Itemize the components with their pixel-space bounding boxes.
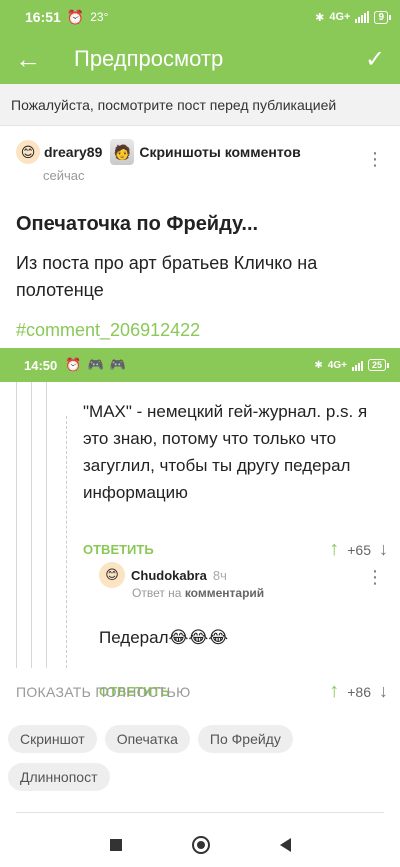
status-bar: 16:51 ⏰ 23° ✱ 4G+ 9 bbox=[0, 0, 400, 34]
post-community[interactable]: Скриншоты комментов bbox=[139, 144, 300, 160]
arrow-up-icon[interactable]: ↑ bbox=[329, 680, 339, 703]
comment-text: "MAX" - немецкий гей-журнал. p.s. я это … bbox=[83, 402, 368, 502]
more-options-icon[interactable]: ⋮ bbox=[366, 568, 384, 586]
reply-to-prefix: Ответ на bbox=[132, 586, 182, 600]
community-icon[interactable]: 🧑 bbox=[110, 139, 135, 165]
comment-author[interactable]: Chudokabra bbox=[131, 568, 207, 583]
thread-line bbox=[46, 382, 47, 668]
tag-chip[interactable]: Длиннопост bbox=[8, 763, 110, 791]
arrow-left-icon[interactable]: ← bbox=[0, 44, 56, 75]
embedded-screenshot: 14:50 ⏰ 🎮 🎮 ✱ 4G+ 25 "MAX" - немецкий ге… bbox=[0, 348, 400, 702]
bluetooth-icon: ✱ bbox=[314, 359, 323, 371]
reply-to-label: Ответ на комментарий bbox=[132, 586, 264, 600]
check-icon[interactable]: ✓ bbox=[350, 45, 400, 74]
battery-icon: 25 bbox=[367, 359, 390, 371]
game-icon: 🎮 bbox=[109, 357, 126, 372]
network-type: 4G+ bbox=[329, 11, 351, 23]
divider bbox=[16, 812, 384, 813]
post-time: сейчас bbox=[43, 168, 85, 183]
tag-chip[interactable]: Опечатка bbox=[104, 725, 190, 753]
alarm-icon: ⏰ bbox=[65, 357, 82, 372]
status-time: 16:51 bbox=[25, 9, 61, 25]
thread-line bbox=[16, 382, 17, 668]
thread-line bbox=[31, 382, 32, 668]
post-author[interactable]: dreary89 bbox=[44, 144, 102, 160]
reply-to-target[interactable]: комментарий bbox=[185, 586, 264, 600]
post-title: Опечаточка по Фрейду... bbox=[16, 213, 259, 235]
comment-header: 😊 Chudokabra 8ч bbox=[99, 562, 227, 588]
screenshot-time: 14:50 bbox=[24, 357, 58, 373]
thread-line bbox=[66, 416, 67, 668]
comment-link[interactable]: #comment_206912422 bbox=[16, 320, 384, 341]
vote-controls: ↑ +86 ↓ bbox=[329, 680, 388, 703]
more-options-icon[interactable]: ⋮ bbox=[366, 150, 384, 168]
system-nav-bar bbox=[0, 823, 400, 867]
screenshot-status-bar: 14:50 ⏰ 🎮 🎮 ✱ 4G+ 25 bbox=[0, 348, 400, 382]
signal-icon bbox=[355, 11, 370, 23]
bluetooth-icon: ✱ bbox=[315, 11, 325, 24]
network-type: 4G+ bbox=[327, 359, 347, 371]
alarm-icon: ⏰ bbox=[66, 8, 85, 25]
vote-count: +86 bbox=[347, 683, 371, 700]
battery-icon: 9 bbox=[374, 10, 391, 24]
arrow-down-icon[interactable]: ↓ bbox=[379, 681, 388, 702]
battery-level: 25 bbox=[371, 360, 382, 370]
comment-time: 8ч bbox=[212, 567, 227, 583]
comment-text: Педерал😂😂😂 bbox=[99, 628, 229, 647]
page-title: Предпросмотр bbox=[74, 46, 224, 71]
post-preview: 😊 dreary89 🧑 Скриншоты комментов ⋮ сейча… bbox=[0, 126, 400, 341]
author-avatar[interactable]: 😊 bbox=[16, 140, 40, 164]
post-header: 😊 dreary89 🧑 Скриншоты комментов ⋮ bbox=[0, 126, 400, 168]
home-icon[interactable] bbox=[191, 836, 210, 854]
game-icon: 🎮 bbox=[87, 357, 104, 372]
post-text: Из поста про арт братьев Кличко на полот… bbox=[16, 253, 318, 300]
battery-level: 9 bbox=[378, 11, 384, 23]
back-icon[interactable] bbox=[279, 838, 291, 852]
show-full-button[interactable]: ПОКАЗАТЬ ПОЛНОСТЬЮ bbox=[16, 684, 191, 700]
status-temperature: 23° bbox=[90, 10, 109, 24]
tag-chip[interactable]: Скриншот bbox=[8, 725, 97, 753]
author-avatar[interactable]: 😊 bbox=[99, 562, 125, 588]
signal-icon bbox=[351, 359, 363, 371]
comment-thread: "MAX" - немецкий гей-журнал. p.s. я это … bbox=[0, 382, 400, 702]
app-bar: ← Предпросмотр ✓ bbox=[0, 34, 400, 84]
reply-comment: 😊 Chudokabra 8ч ⋮ Ответ на комментарий П… bbox=[83, 550, 388, 668]
preview-notice: Пожалуйста, посмотрите пост перед публик… bbox=[0, 84, 400, 126]
recents-icon[interactable] bbox=[109, 839, 122, 851]
tag-list: Скриншот Опечатка По Фрейду Длиннопост bbox=[8, 725, 392, 791]
tag-chip[interactable]: По Фрейду bbox=[197, 725, 293, 753]
